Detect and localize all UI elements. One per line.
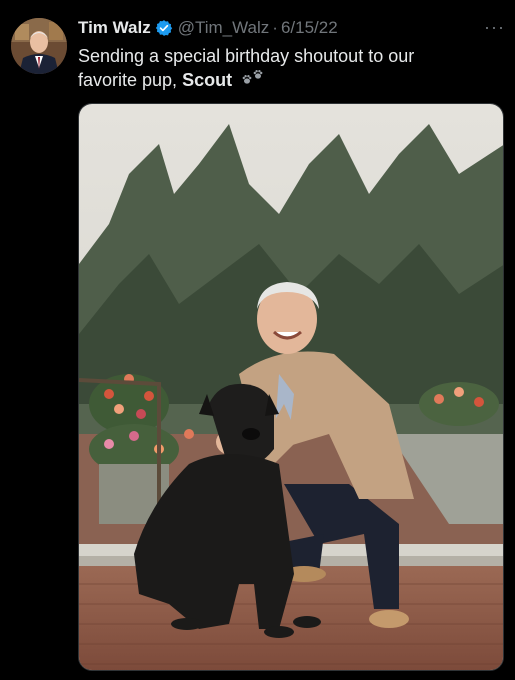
avatar[interactable] — [11, 18, 67, 74]
verified-badge-icon — [155, 20, 172, 36]
paw-prints-icon — [241, 68, 265, 94]
tweet-photo[interactable] — [78, 103, 504, 671]
author-name[interactable]: Tim Walz — [78, 18, 151, 38]
separator-dot: · — [272, 18, 278, 37]
more-options-icon[interactable]: ··· — [484, 17, 505, 38]
tweet[interactable]: Tim Walz @Tim_Walz · 6/15/22 ··· Sending… — [0, 0, 515, 680]
author-handle[interactable]: @Tim_Walz — [178, 18, 270, 38]
tweet-date[interactable]: 6/15/22 — [281, 18, 338, 38]
tweet-header: Tim Walz @Tim_Walz · 6/15/22 ··· — [78, 17, 505, 39]
tweet-text: Sending a special birthday shoutout to o… — [78, 44, 478, 94]
avatar-image — [11, 18, 67, 74]
tweet-text-mention: Scout — [182, 70, 233, 90]
photo-illustration — [79, 104, 503, 670]
